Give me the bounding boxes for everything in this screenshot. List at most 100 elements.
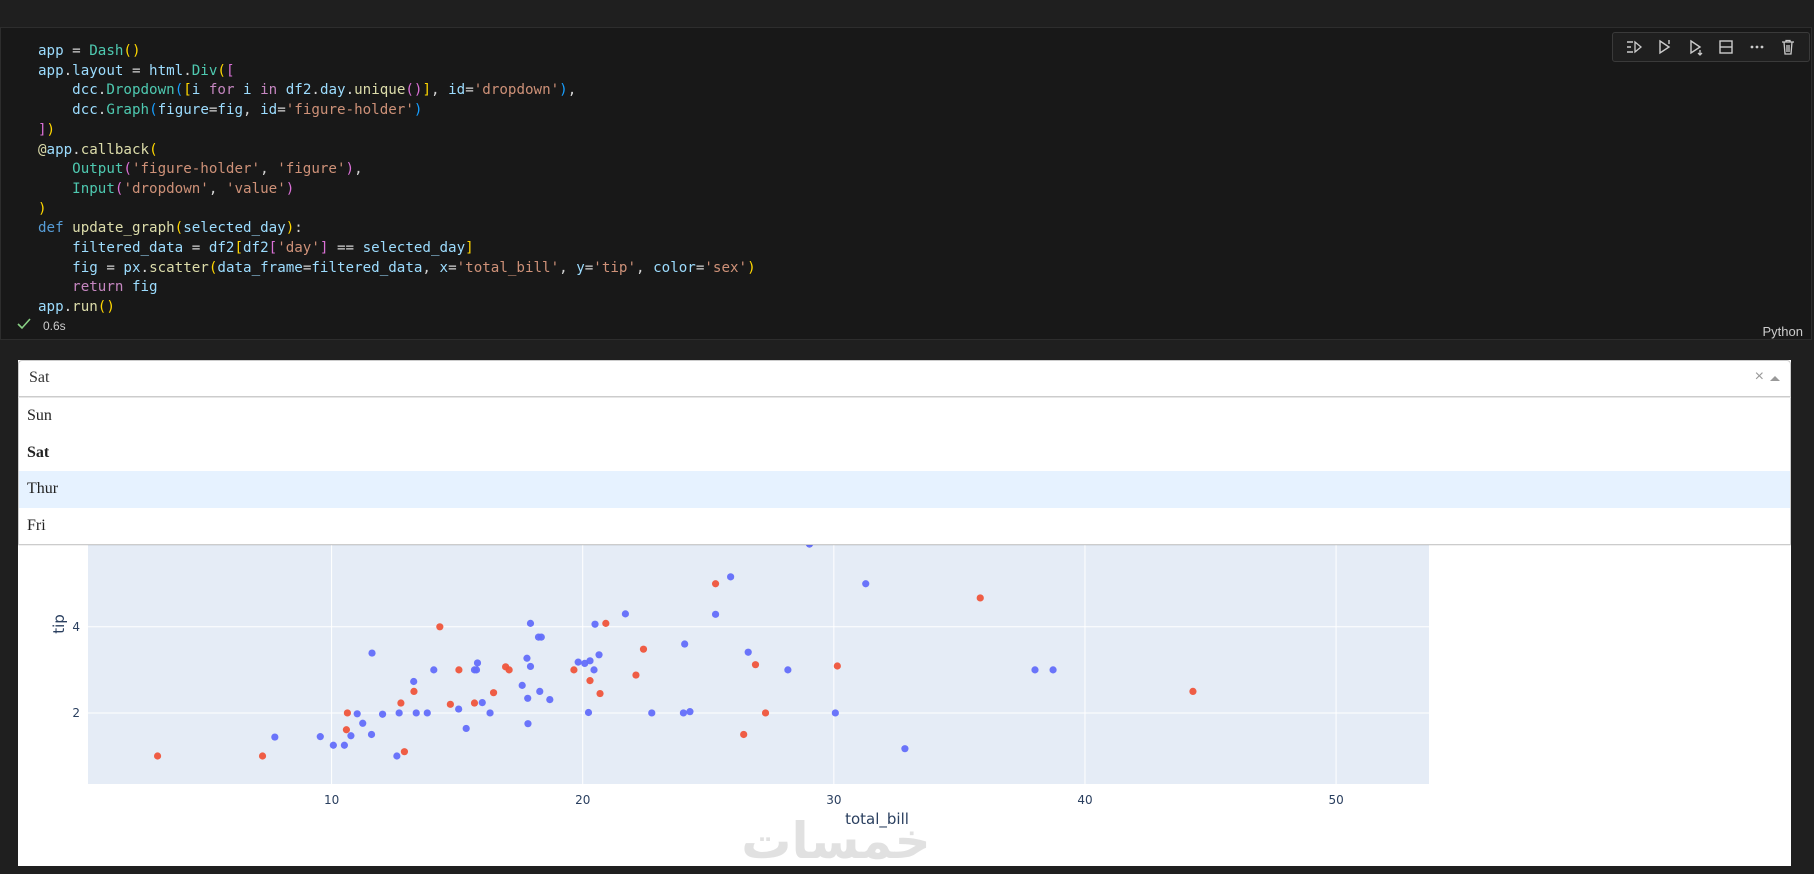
code-token: =	[277, 102, 286, 119]
data-point	[546, 695, 554, 704]
data-point	[359, 719, 367, 727]
split-cell-icon[interactable]	[1715, 36, 1737, 58]
data-point	[574, 658, 582, 666]
code-token: =	[584, 259, 594, 276]
data-point	[486, 709, 494, 717]
code-token: ,	[422, 259, 440, 276]
x-tick-label: 50	[1328, 793, 1343, 807]
code-line: dcc.Graph(figure=fig, id='figure-holder'…	[38, 102, 422, 118]
code-line: ])	[38, 122, 55, 138]
code-token: update_graph	[72, 220, 175, 237]
x-axis-label: total_bill	[845, 810, 909, 829]
day-dropdown[interactable]: ×	[18, 360, 1791, 397]
data-point	[367, 730, 376, 739]
language-indicator[interactable]: Python	[1763, 324, 1803, 339]
code-token: ,	[636, 259, 654, 276]
code-token: df2	[243, 240, 269, 257]
data-point	[596, 689, 604, 698]
code-token: )	[559, 82, 568, 99]
code-token: .	[63, 299, 73, 316]
data-point	[505, 666, 513, 674]
code-token: =	[465, 82, 474, 99]
data-point	[489, 689, 498, 697]
x-tick-label: 40	[1077, 793, 1092, 807]
data-point	[455, 705, 463, 713]
code-token: app	[46, 141, 73, 158]
code-token: 'dropdown'	[473, 82, 560, 99]
code-token: =	[123, 62, 150, 79]
data-point	[430, 666, 438, 674]
code-token: 'total_bill'	[456, 259, 560, 276]
data-point	[862, 580, 870, 588]
data-point	[591, 620, 599, 628]
data-point	[595, 651, 603, 659]
data-point	[536, 687, 544, 696]
x-tick-label: 30	[826, 793, 841, 807]
data-point	[395, 709, 403, 717]
code-token: .	[345, 82, 355, 99]
code-token: ,	[243, 102, 261, 119]
code-line: def update_graph(selected_day):	[38, 220, 303, 236]
x-tick-label: 20	[575, 793, 590, 807]
code-token: scatter	[149, 259, 209, 276]
data-point	[751, 661, 760, 669]
data-point	[833, 662, 841, 670]
data-point	[462, 724, 470, 733]
data-point	[584, 708, 593, 717]
data-point	[976, 594, 984, 602]
code-cell[interactable]: app = Dash() app.layout = html.Div([ dcc…	[0, 27, 1812, 340]
code-token: filtered_data	[311, 259, 423, 276]
code-token: dcc	[72, 102, 98, 119]
execute-above-icon[interactable]	[1654, 36, 1676, 58]
y-tick-label: 4	[72, 620, 80, 634]
data-point	[727, 573, 735, 581]
code-token: ,	[354, 161, 363, 178]
code-token: 'figure-holder'	[285, 102, 414, 119]
code-line: @app.callback(	[38, 142, 158, 158]
code-token: x	[439, 259, 449, 276]
data-point	[153, 752, 162, 760]
dropdown-option-sun[interactable]: Sun	[19, 398, 1790, 435]
dropdown-option-fri[interactable]: Fri	[19, 508, 1790, 545]
dropdown-option-thur[interactable]: Thur	[19, 471, 1790, 508]
run-by-line-icon[interactable]	[1623, 36, 1645, 58]
code-token: app	[38, 43, 64, 59]
code-token: 'figure-holder'	[131, 161, 261, 178]
code-token: )	[285, 180, 295, 197]
data-point	[711, 610, 720, 618]
data-point	[679, 709, 688, 717]
code-token: =	[448, 259, 457, 276]
data-point	[473, 659, 482, 667]
code-token: id	[448, 82, 466, 99]
data-point	[271, 733, 279, 741]
code-token: unique	[354, 82, 406, 99]
data-point	[621, 610, 630, 618]
clear-icon[interactable]: ×	[1755, 368, 1764, 386]
code-token: ()	[97, 299, 115, 316]
execute-below-icon[interactable]	[1685, 36, 1707, 58]
code-token: selected_day	[183, 220, 286, 237]
code-token: )	[285, 220, 295, 237]
execution-time: 0.6s	[43, 318, 66, 333]
code-token: for	[208, 82, 235, 99]
dropdown-option-sat[interactable]: Sat	[19, 435, 1790, 472]
code-token: .	[311, 82, 320, 99]
code-editor[interactable]: app = Dash() app.layout = html.Div([ dcc…	[38, 42, 756, 318]
code-token: (	[174, 220, 184, 237]
data-point	[632, 671, 640, 679]
more-icon[interactable]	[1746, 36, 1768, 58]
code-token: )	[345, 161, 355, 178]
code-token: (	[123, 161, 132, 178]
data-point	[410, 677, 418, 686]
code-token: :	[294, 220, 303, 237]
dropdown-search-input[interactable]	[29, 369, 1629, 387]
data-point	[368, 649, 376, 657]
data-point	[590, 666, 598, 674]
chevron-up-icon[interactable]	[1770, 376, 1780, 381]
y-axis-label: tip	[50, 614, 68, 634]
code-token: (	[217, 62, 226, 79]
x-tick-label: 10	[324, 793, 339, 807]
delete-icon[interactable]	[1777, 36, 1799, 58]
